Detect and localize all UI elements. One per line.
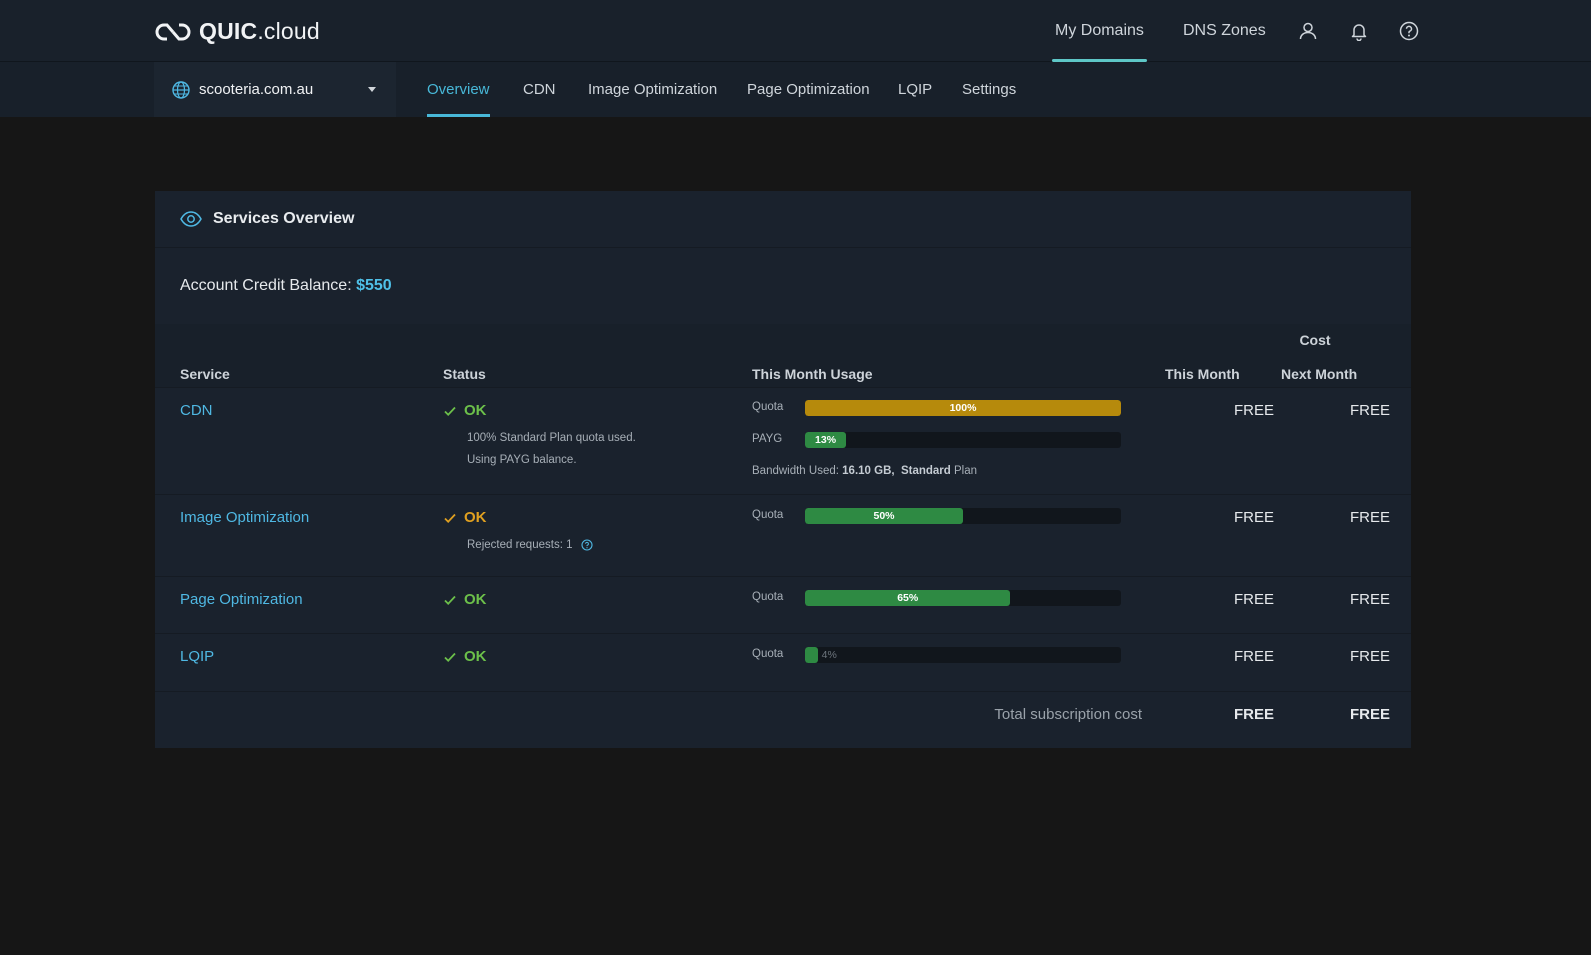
cost-this-month: FREE <box>1233 509 1274 526</box>
quota-progress-fill: 65% <box>805 590 1011 606</box>
card-title: Services Overview <box>213 210 355 227</box>
sub-nav-bar: scooteria.com.au Overview CDN Image Opti… <box>0 62 1591 117</box>
tab-settings[interactable]: Settings <box>962 62 1016 117</box>
column-next-month: Next Month <box>1281 366 1358 382</box>
payg-progress-fill: 13% <box>805 432 847 448</box>
tab-page-optimization[interactable]: Page Optimization <box>747 62 870 117</box>
domain-name: scooteria.com.au <box>199 81 314 98</box>
status-text: OK <box>464 648 487 665</box>
cost-this-month: FREE <box>1233 591 1274 608</box>
credit-value: $550 <box>356 277 392 294</box>
service-link-page-optimization[interactable]: Page Optimization <box>180 591 303 608</box>
quota-label: Quota <box>752 509 784 521</box>
table-header-row: Cost Service Status This Month Usage Thi… <box>155 324 1411 388</box>
column-cost: Cost <box>1299 332 1331 348</box>
status-note: 100% Standard Plan quota used. <box>467 432 636 444</box>
question-circle-icon[interactable] <box>581 539 593 551</box>
quota-progress-bar: 50% <box>805 508 1121 524</box>
credit-label: Account Credit Balance: <box>180 277 352 294</box>
column-service: Service <box>180 366 230 382</box>
column-this-month: This Month <box>1165 366 1240 382</box>
column-status: Status <box>443 366 486 382</box>
quota-label: Quota <box>752 648 784 660</box>
quota-progress-bar: 65% <box>805 590 1121 606</box>
payg-progress-bar: 13% <box>805 432 1121 448</box>
quota-label: Quota <box>752 401 784 413</box>
cost-next-month: FREE <box>1349 402 1390 419</box>
tab-overview[interactable]: Overview <box>427 62 490 117</box>
quota-progress-fill <box>805 647 818 663</box>
total-this-month: FREE <box>1233 706 1274 723</box>
status-note: Using PAYG balance. <box>467 454 577 466</box>
bell-icon[interactable] <box>1349 21 1369 41</box>
plan-name: Standard <box>900 465 951 477</box>
account-credit: Account Credit Balance: $550 <box>180 277 392 295</box>
globe-icon <box>172 80 190 99</box>
tab-image-optimization[interactable]: Image Optimization <box>588 62 717 117</box>
status-text: OK <box>464 591 487 608</box>
chevron-down-icon <box>368 87 376 92</box>
status-ok: OK <box>443 509 487 526</box>
total-next-month: FREE <box>1349 706 1390 723</box>
status-ok: OK <box>443 591 487 608</box>
bandwidth-info: Bandwidth Used: 16.10 GB, Standard Plan <box>752 465 977 477</box>
column-usage: This Month Usage <box>752 366 873 382</box>
eye-icon <box>180 211 202 227</box>
domain-selector[interactable]: scooteria.com.au <box>154 62 396 117</box>
table-row: Page Optimization OK Quota 65% FREE FREE <box>155 577 1411 634</box>
check-icon <box>444 513 456 523</box>
check-icon <box>444 406 456 416</box>
quota-progress-fill: 50% <box>805 508 963 524</box>
services-overview-card: Services Overview Account Credit Balance… <box>155 191 1411 748</box>
check-icon <box>444 652 456 662</box>
plan-suffix: Plan <box>954 465 978 477</box>
quota-progress-fill: 100% <box>805 400 1121 416</box>
cost-this-month: FREE <box>1233 402 1274 419</box>
status-ok: OK <box>443 402 487 419</box>
service-link-image-optimization[interactable]: Image Optimization <box>180 509 309 526</box>
check-icon <box>444 595 456 605</box>
logo-text: QUIC.cloud <box>199 18 320 44</box>
quota-progress-bar: 100% <box>805 400 1121 416</box>
cost-next-month: FREE <box>1349 509 1390 526</box>
nav-dns-zones[interactable]: DNS Zones <box>1183 0 1266 62</box>
help-icon[interactable] <box>1399 21 1419 41</box>
cost-this-month: FREE <box>1233 648 1274 665</box>
bandwidth-prefix: Bandwidth Used: <box>752 465 839 477</box>
status-text: OK <box>464 402 487 419</box>
tab-cdn[interactable]: CDN <box>523 62 556 117</box>
bandwidth-value: 16.10 GB, <box>842 465 895 477</box>
quic-cloud-logo[interactable]: QUIC.cloud <box>153 18 320 45</box>
cost-next-month: FREE <box>1349 591 1390 608</box>
nav-my-domains[interactable]: My Domains <box>1052 0 1147 62</box>
service-link-lqip[interactable]: LQIP <box>180 648 214 665</box>
status-note: Rejected requests: 1 <box>467 539 593 551</box>
status-text: OK <box>464 509 487 526</box>
top-bar: QUIC.cloud My Domains DNS Zones <box>0 0 1591 62</box>
cost-next-month: FREE <box>1349 648 1390 665</box>
payg-label: PAYG <box>752 433 783 445</box>
table-row: Image Optimization OK Rejected requests:… <box>155 495 1411 577</box>
service-link-cdn[interactable]: CDN <box>180 402 213 419</box>
total-label: Total subscription cost <box>994 706 1142 723</box>
user-icon[interactable] <box>1298 21 1318 41</box>
quota-percent-text: 4% <box>821 649 837 661</box>
card-header: Services Overview <box>155 191 1411 248</box>
total-row: Total subscription cost FREE FREE <box>155 692 1411 748</box>
tab-lqip[interactable]: LQIP <box>898 62 932 117</box>
quota-label: Quota <box>752 591 784 603</box>
status-ok: OK <box>443 648 487 665</box>
rejected-requests-text: Rejected requests: 1 <box>467 539 573 552</box>
quota-progress-bar: 4% <box>805 647 1121 663</box>
table-row: LQIP OK Quota 4% FREE FREE <box>155 634 1411 692</box>
table-row: CDN OK 100% Standard Plan quota used. Us… <box>155 388 1411 495</box>
logo-icon <box>155 23 191 40</box>
